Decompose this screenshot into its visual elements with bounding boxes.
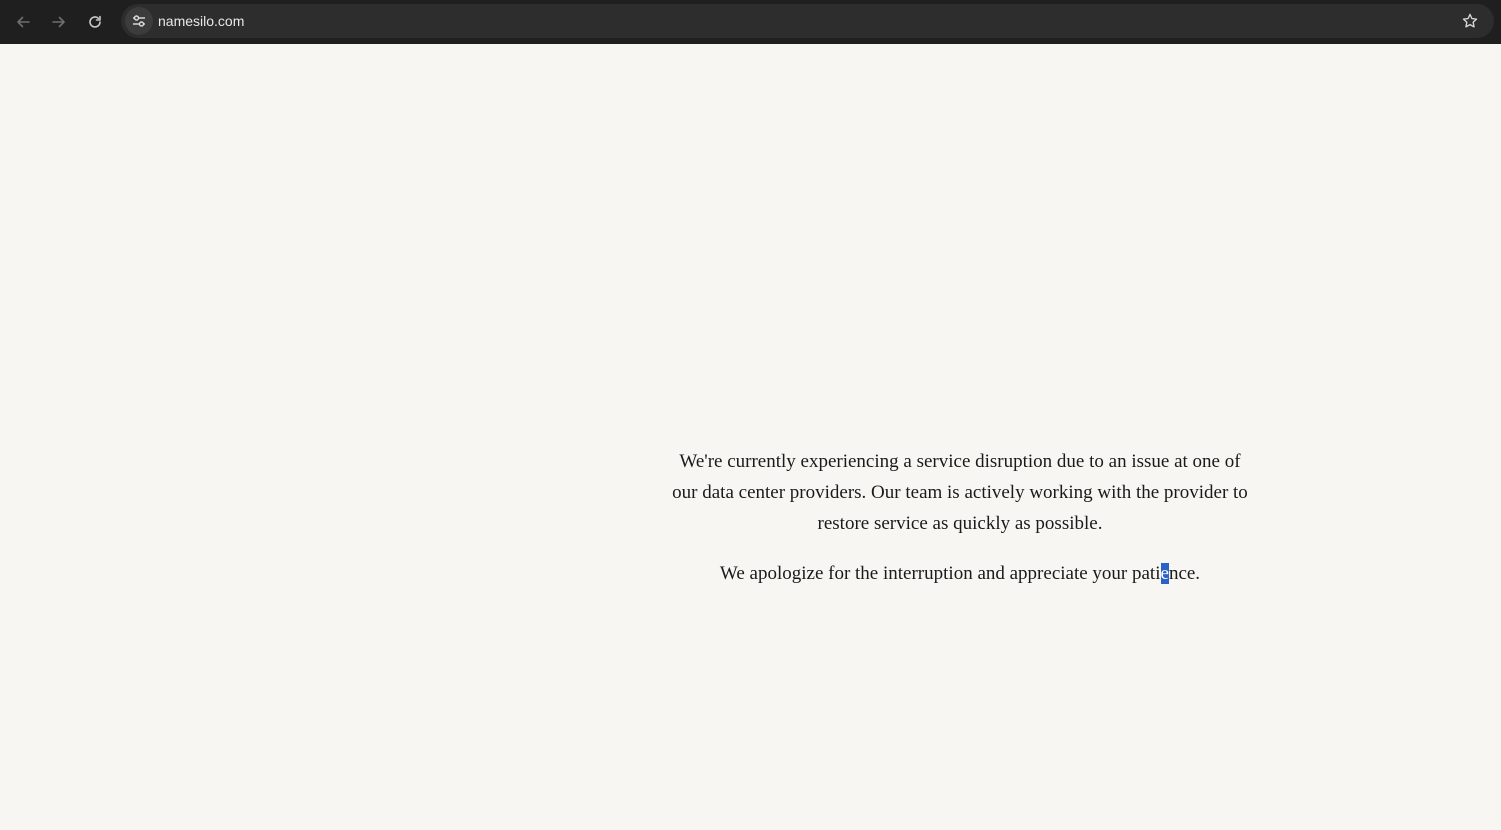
- arrow-left-icon: [17, 16, 30, 28]
- back-button[interactable]: [9, 8, 37, 36]
- tune-icon: [133, 15, 145, 27]
- apology-paragraph: We apologize for the interruption and ap…: [670, 558, 1250, 589]
- page-content: We're currently experiencing a service d…: [0, 44, 1501, 830]
- address-bar[interactable]: namesilo.com: [121, 4, 1494, 38]
- selected-text: e: [1160, 563, 1169, 584]
- apology-text-end: nce.: [1168, 563, 1201, 584]
- site-info-button[interactable]: [125, 7, 153, 35]
- forward-button[interactable]: [45, 8, 73, 36]
- outage-message: We're currently experiencing a service d…: [670, 446, 1250, 589]
- star-icon: [1462, 13, 1478, 28]
- arrow-right-icon: [52, 16, 65, 28]
- bookmark-button[interactable]: [1460, 11, 1480, 31]
- url-text[interactable]: namesilo.com: [158, 4, 244, 38]
- reload-button[interactable]: [81, 8, 109, 36]
- apology-text-start: We apologize for the interruption and ap…: [719, 563, 1161, 584]
- reload-icon: [89, 15, 101, 28]
- browser-toolbar: namesilo.com: [0, 0, 1501, 44]
- disruption-paragraph: We're currently experiencing a service d…: [672, 451, 1248, 534]
